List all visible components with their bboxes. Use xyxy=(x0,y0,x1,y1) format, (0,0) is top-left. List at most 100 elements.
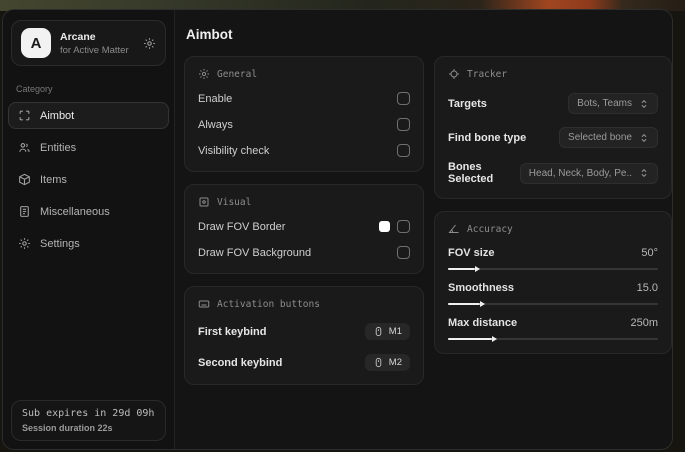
sidebar-item-entities[interactable]: Entities xyxy=(8,134,169,161)
mouse-icon xyxy=(373,357,384,368)
max-distance-slider[interactable] xyxy=(448,336,658,342)
visibility-check-checkbox[interactable] xyxy=(397,144,410,157)
app-name: Arcane xyxy=(60,30,96,43)
setting-label: Always xyxy=(198,118,233,131)
first-keybind-button[interactable]: M1 xyxy=(364,323,410,340)
setting-label: Draw FOV Background xyxy=(198,246,312,259)
slider-thumb[interactable] xyxy=(492,336,498,342)
sidebar-item-aimbot[interactable]: Aimbot xyxy=(8,102,169,129)
bones-selected-select[interactable]: Head, Neck, Body, Pe.. xyxy=(519,162,658,184)
header-gear-button[interactable] xyxy=(143,37,156,50)
main-panel: Aimbot General Enable Always Visibility … xyxy=(175,10,672,449)
cheat-menu-window: A Arcane for Active Matter Category Aimb… xyxy=(2,9,673,450)
slider-label: Max distance xyxy=(448,317,518,329)
second-keybind-button[interactable]: M2 xyxy=(364,354,410,371)
accuracy-card-header: Accuracy xyxy=(448,223,658,235)
slider-thumb[interactable] xyxy=(475,266,481,272)
keybind-value: M1 xyxy=(388,326,402,337)
setting-label: Second keybind xyxy=(198,356,283,369)
chevrons-up-down-icon xyxy=(639,99,649,109)
setting-label: Draw FOV Border xyxy=(198,220,286,233)
slider-value: 250m xyxy=(630,317,658,329)
setting-row-visibility-check: Visibility check xyxy=(198,143,410,158)
chevrons-up-down-icon xyxy=(639,133,649,143)
sidebar-item-label: Aimbot xyxy=(40,109,75,122)
fov-size-slider[interactable] xyxy=(448,266,658,272)
slider-value: 50° xyxy=(641,247,658,259)
page-title: Aimbot xyxy=(186,27,233,42)
sidebar-item-label: Settings xyxy=(40,237,80,250)
slider-label: FOV size xyxy=(448,247,495,259)
setting-label: Targets xyxy=(448,97,487,110)
mouse-icon xyxy=(373,326,384,337)
setting-label: Find bone type xyxy=(448,131,527,144)
card-header-label: Tracker xyxy=(467,68,508,80)
tracker-card: Tracker Targets Bots, Teams Find bone ty… xyxy=(434,56,672,199)
setting-label: Enable xyxy=(198,92,233,105)
app-logo: A xyxy=(21,28,51,58)
target-icon xyxy=(448,68,460,80)
scan-crosshair-icon xyxy=(18,109,31,122)
app-title-block: Arcane for Active Matter xyxy=(60,31,129,56)
sidebar-item-label: Entities xyxy=(40,141,77,154)
gear-icon xyxy=(18,237,31,250)
general-card-header: General xyxy=(198,68,410,80)
card-header-label: Activation buttons xyxy=(217,298,320,310)
activation-card-header: Activation buttons xyxy=(198,298,410,310)
setting-row-second-keybind: Second keybind M2 xyxy=(198,354,410,371)
category-label: Category xyxy=(16,84,53,94)
sidebar-item-label: Items xyxy=(40,173,67,186)
keybind-value: M2 xyxy=(388,357,402,368)
setting-label: First keybind xyxy=(198,325,267,338)
find-bone-type-select[interactable]: Selected bone xyxy=(559,127,658,148)
app-header: A Arcane for Active Matter xyxy=(11,20,166,66)
draw-fov-background-checkbox[interactable] xyxy=(397,246,410,259)
activation-card: Activation buttons First keybind M1 Seco… xyxy=(184,286,424,385)
setting-row-targets: Targets Bots, Teams xyxy=(448,93,658,114)
always-checkbox[interactable] xyxy=(397,118,410,131)
sidebar-item-settings[interactable]: Settings xyxy=(8,230,169,257)
angle-icon xyxy=(448,223,460,235)
sidebar: A Arcane for Active Matter Category Aimb… xyxy=(3,10,175,449)
setting-row-bones-selected: Bones Selected Head, Neck, Body, Pe.. xyxy=(448,161,658,185)
setting-label: Bones Selected xyxy=(448,161,494,185)
sidebar-item-label: Miscellaneous xyxy=(40,205,110,218)
slider-thumb[interactable] xyxy=(479,301,485,307)
general-card: General Enable Always Visibility check xyxy=(184,56,424,172)
select-value: Head, Neck, Body, Pe.. xyxy=(528,167,632,179)
session-duration-text: Session duration 22s xyxy=(22,423,113,433)
card-header-label: Accuracy xyxy=(467,223,513,235)
slider-label: Smoothness xyxy=(448,282,515,294)
sub-expires-text: Sub expires in 29d 09h xyxy=(22,408,155,419)
setting-row-enable: Enable xyxy=(198,91,410,106)
keyboard-icon xyxy=(198,298,210,310)
sidebar-item-miscellaneous[interactable]: Miscellaneous xyxy=(8,198,169,225)
chevrons-up-down-icon xyxy=(639,168,649,178)
enable-checkbox[interactable] xyxy=(397,92,410,105)
subscription-info: Sub expires in 29d 09h Session duration … xyxy=(11,400,166,441)
gear-icon xyxy=(198,68,210,80)
app-subtitle: for Active Matter xyxy=(60,44,129,56)
smoothness-slider[interactable] xyxy=(448,301,658,307)
slider-group-max-distance: Max distance 250m xyxy=(448,317,658,342)
setting-row-draw-fov-background: Draw FOV Background xyxy=(198,245,410,260)
users-icon xyxy=(18,141,31,154)
frame-icon xyxy=(198,196,210,208)
sidebar-item-items[interactable]: Items xyxy=(8,166,169,193)
card-header-label: Visual xyxy=(217,196,252,208)
fov-border-color-swatch[interactable] xyxy=(379,221,390,232)
slider-value: 15.0 xyxy=(636,282,658,294)
slider-group-smoothness: Smoothness 15.0 xyxy=(448,282,658,307)
visual-card: Visual Draw FOV Border Draw FOV Backgrou… xyxy=(184,184,424,274)
card-header-label: General xyxy=(217,68,258,80)
draw-fov-border-checkbox[interactable] xyxy=(397,220,410,233)
select-value: Bots, Teams xyxy=(577,98,632,109)
sidebar-nav: Aimbot Entities Items Miscellaneous Sett… xyxy=(3,102,174,257)
list-clipboard-icon xyxy=(18,205,31,218)
setting-row-find-bone-type: Find bone type Selected bone xyxy=(448,127,658,148)
setting-row-draw-fov-border: Draw FOV Border xyxy=(198,219,410,234)
setting-row-first-keybind: First keybind M1 xyxy=(198,323,410,340)
tracker-card-header: Tracker xyxy=(448,68,658,80)
visual-card-header: Visual xyxy=(198,196,410,208)
targets-select[interactable]: Bots, Teams xyxy=(568,93,658,114)
